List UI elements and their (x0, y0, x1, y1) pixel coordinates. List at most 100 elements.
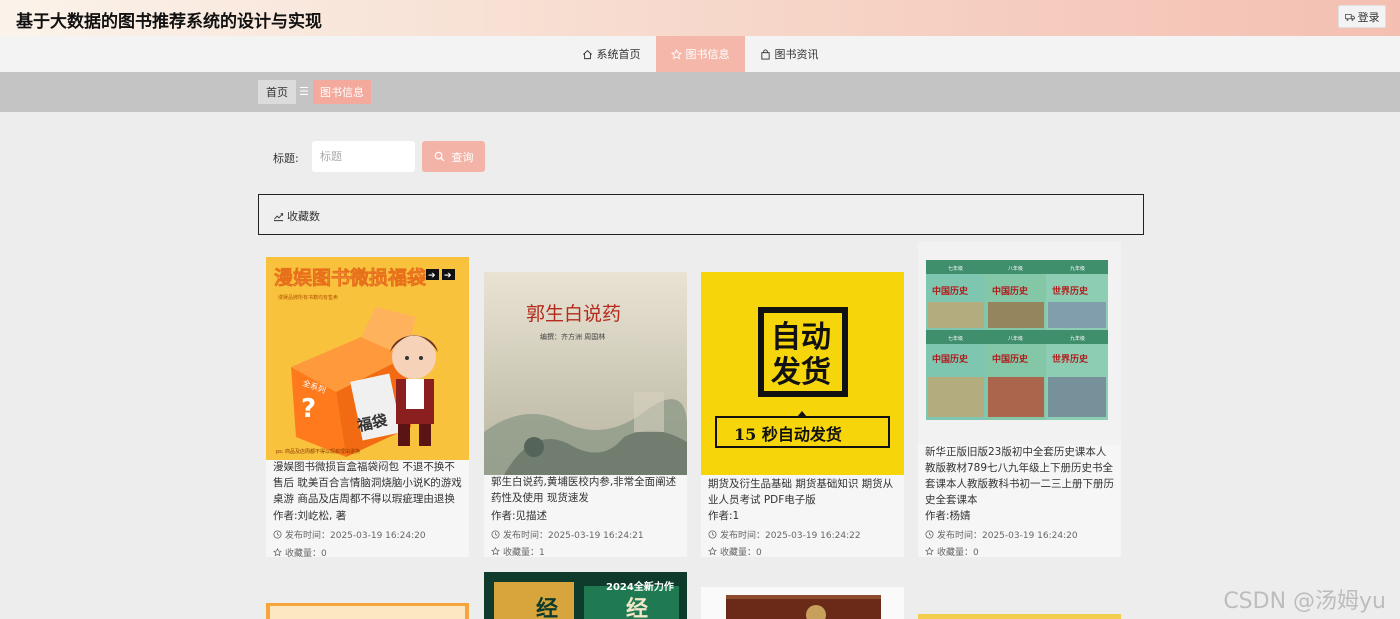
svg-text:➔: ➔ (444, 271, 452, 281)
nav-item-label: 系统首页 (596, 48, 641, 61)
star-icon (491, 547, 500, 556)
book-title: 郭生白说药,黄埔医校内参,非常全面阐述药性及使用 现货速发 (491, 476, 677, 504)
main-nav: 系统首页 图书信息 图书资讯 (0, 36, 1400, 72)
login-label: 登录 (1357, 10, 1380, 24)
nav-item-label: 图书信息 (685, 48, 730, 61)
publish-time: 发布时间：2025-03-19 16:24:22 (708, 528, 861, 541)
clock-icon (273, 530, 282, 539)
nav-item-books[interactable]: 图书信息 (655, 36, 745, 72)
book-card[interactable]: 经 经 2024全新力作 (484, 572, 687, 619)
book-card[interactable]: 中国历史 中国历史 世界历史 中国历史 中国历史 世界历史 七年级 八年级 九年… (918, 242, 1121, 557)
publish-time-text: 发布时间：2025-03-19 16:24:22 (720, 531, 861, 541)
book-author: 作者:1 (708, 510, 740, 522)
nav-item-home[interactable]: 系统首页 (567, 36, 656, 72)
search-label: 标题: (273, 152, 299, 165)
clock-icon (708, 530, 717, 539)
svg-text:2024全新力作: 2024全新力作 (606, 580, 674, 593)
sort-label: 收藏数 (287, 210, 320, 223)
svg-text:九年级: 九年级 (1070, 265, 1085, 272)
search-button-label: 查询 (451, 150, 474, 164)
svg-text:漫娱图书微损福袋: 漫娱图书微损福袋 (274, 266, 427, 289)
book-cover: 中国历史 中国历史 世界历史 中国历史 中国历史 世界历史 七年级 八年级 九年… (918, 242, 1121, 445)
bag-icon (760, 48, 770, 60)
svg-text:七年级: 七年级 (948, 335, 963, 342)
favorite-count: 收藏量：1 (491, 545, 545, 557)
publish-time-text: 发布时间：2025-03-19 16:24:20 (285, 531, 426, 541)
favorite-count: 收藏量：0 (708, 545, 762, 557)
book-title: 新华正版旧版23版初中全套历史课本人教版教材789七八九年级上下册历史书全套课本… (925, 446, 1114, 506)
book-card[interactable] (918, 614, 1121, 619)
nav-item-label: 图书资讯 (774, 48, 819, 61)
book-author: 作者:杨婧 (925, 510, 971, 522)
book-cover: 漫娱图书微损福袋 ➔ ➔ 漫娱品牌所有书籍均有售卖 全系列 ? 福袋 ps: 商… (266, 257, 469, 460)
favorite-count-text: 收藏量：1 (503, 548, 545, 557)
book-card[interactable] (701, 587, 904, 619)
site-header: 基于大数据的图书推荐系统的设计与实现 登录 (0, 0, 1400, 36)
svg-text:中国历史: 中国历史 (932, 353, 969, 365)
book-title: 漫娱图书微损盲盒福袋闷包 不退不换不售后 耽美百合言情脑洞烧脑小说K的游戏桌游 … (273, 461, 462, 505)
svg-text:世界历史: 世界历史 (1052, 285, 1089, 297)
svg-text:15 秒自动发货: 15 秒自动发货 (734, 425, 842, 444)
svg-text:自动: 自动 (771, 320, 831, 355)
book-cover (266, 603, 469, 619)
truck-icon (1344, 13, 1355, 21)
watermark: CSDN @汤姆yu (1223, 589, 1386, 614)
breadcrumb-home[interactable]: 首页 (258, 80, 296, 104)
book-card[interactable]: 自动 发货 15 秒自动发货 期货及衍生品基础 期货基础知识 期货从业人员考试 … (701, 272, 904, 557)
breadcrumb-current: 图书信息 (313, 80, 371, 104)
svg-text:经: 经 (536, 596, 558, 619)
svg-text:七年级: 七年级 (948, 265, 963, 272)
svg-text:➔: ➔ (428, 271, 436, 281)
publish-time: 发布时间：2025-03-19 16:24:20 (273, 528, 426, 541)
search-icon (434, 151, 444, 162)
svg-text:漫娱品牌所有书籍均有售卖: 漫娱品牌所有书籍均有售卖 (278, 294, 338, 301)
svg-text:中国历史: 中国历史 (992, 285, 1029, 297)
book-cover (701, 587, 904, 619)
home-icon (582, 49, 592, 59)
svg-text:郭生白说药: 郭生白说药 (526, 303, 621, 325)
favorite-count-text: 收藏量：0 (720, 548, 762, 557)
publish-time: 发布时间：2025-03-19 16:24:21 (491, 528, 644, 541)
svg-text:发货: 发货 (770, 355, 831, 390)
search-input[interactable] (312, 141, 415, 172)
favorite-count-text: 收藏量：0 (937, 548, 979, 557)
sort-by-favorites[interactable]: 收藏数 (273, 208, 320, 224)
star-icon (273, 548, 282, 557)
svg-text:经: 经 (626, 596, 648, 619)
site-title: 基于大数据的图书推荐系统的设计与实现 (16, 12, 322, 32)
favorite-count: 收藏量：0 (273, 546, 327, 557)
svg-text:中国历史: 中国历史 (932, 285, 969, 297)
svg-text:世界历史: 世界历史 (1052, 353, 1089, 365)
book-cover: 郭生白说药 编撰：齐方洲 周国林 (484, 272, 687, 475)
search-button[interactable]: 查询 (422, 141, 485, 172)
breadcrumb: 首页 ☰ 图书信息 (0, 72, 1400, 112)
star-icon (708, 547, 717, 556)
favorite-count-text: 收藏量：0 (285, 549, 327, 557)
star-icon (670, 48, 682, 59)
svg-text:八年级: 八年级 (1008, 335, 1023, 342)
sort-bar: 收藏数 (258, 194, 1144, 235)
book-cover: 经 经 2024全新力作 (484, 572, 687, 619)
nav-item-news[interactable]: 图书资讯 (745, 36, 834, 72)
book-author: 作者:见描述 (491, 510, 548, 522)
book-title: 期货及衍生品基础 期货基础知识 期货从业人员考试 PDF电子版 (708, 478, 894, 506)
clock-icon (491, 530, 500, 539)
chart-icon (273, 212, 284, 221)
svg-text:八年级: 八年级 (1008, 265, 1023, 272)
book-cover (918, 614, 1121, 619)
svg-text:?: ? (301, 394, 316, 424)
favorite-count: 收藏量：0 (925, 545, 979, 557)
breadcrumb-separator: ☰ (299, 85, 309, 98)
book-cover: 自动 发货 15 秒自动发货 (701, 272, 904, 475)
svg-text:ps: 商品及店周都不得以瑕疵理由退换: ps: 商品及店周都不得以瑕疵理由退换 (276, 448, 360, 455)
publish-time-text: 发布时间：2025-03-19 16:24:20 (937, 531, 1078, 541)
book-card[interactable] (266, 603, 469, 619)
book-author: 作者:刘屹松, 著 (273, 510, 347, 522)
book-card[interactable]: 漫娱图书微损福袋 ➔ ➔ 漫娱品牌所有书籍均有售卖 全系列 ? 福袋 ps: 商… (266, 257, 469, 557)
publish-time-text: 发布时间：2025-03-19 16:24:21 (503, 531, 644, 541)
clock-icon (925, 530, 934, 539)
book-card[interactable]: 郭生白说药 编撰：齐方洲 周国林 郭生白说药,黄埔医校内参,非常全面阐述药性及使… (484, 272, 687, 557)
svg-text:中国历史: 中国历史 (992, 353, 1029, 365)
login-button[interactable]: 登录 (1338, 5, 1386, 28)
star-icon (925, 547, 934, 556)
